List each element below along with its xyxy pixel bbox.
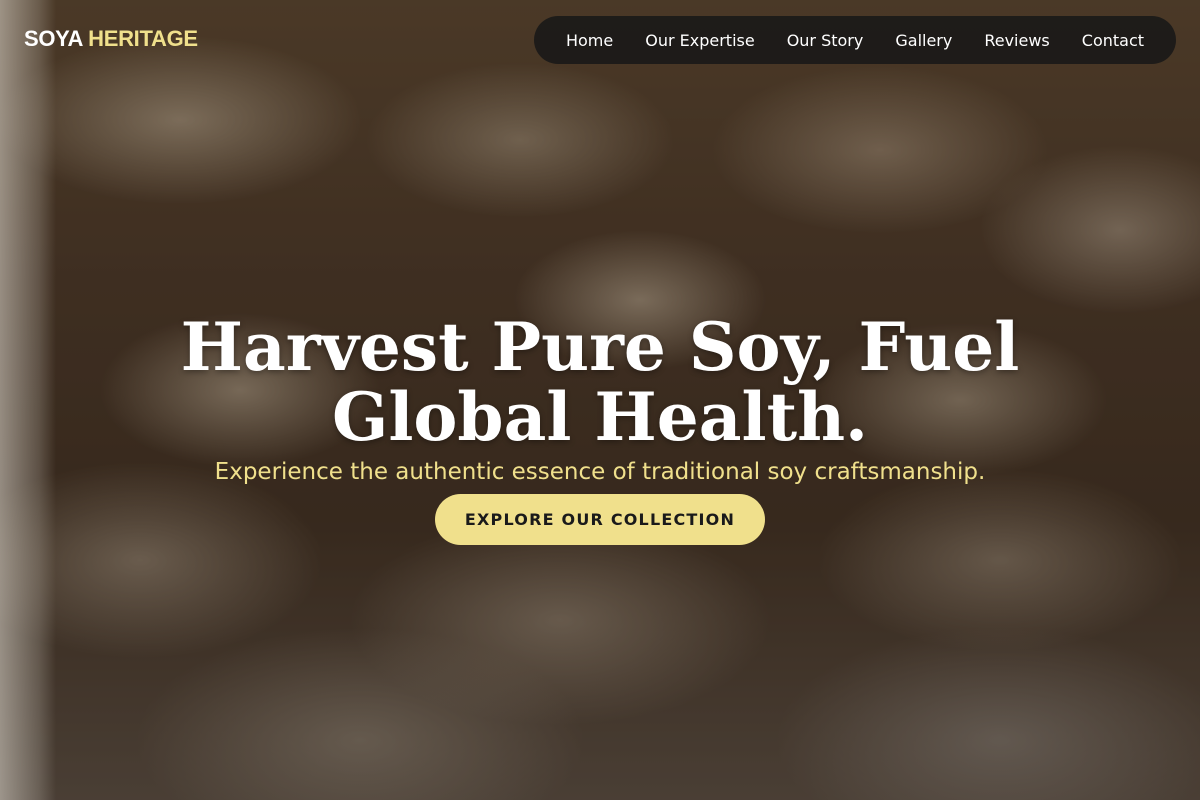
nav-link-contact[interactable]: Contact (1082, 31, 1144, 50)
nav-link-our-story[interactable]: Our Story (787, 31, 864, 50)
nav-link-gallery[interactable]: Gallery (895, 31, 952, 50)
hero-headline-line1: Harvest Pure Soy, Fuel (180, 308, 1020, 387)
hero-subtitle: Experience the authentic essence of trad… (214, 459, 986, 485)
nav-link-reviews[interactable]: Reviews (984, 31, 1049, 50)
nav-link-our-expertise[interactable]: Our Expertise (645, 31, 754, 50)
logo-word-heritage: HERITAGE (88, 26, 198, 51)
logo-word-soya: SOYA (24, 26, 83, 51)
jar-edge-decoration (0, 0, 56, 800)
hero-headline: Harvest Pure Soy, Fuel Global Health. (100, 312, 1100, 452)
site-logo[interactable]: SOYA HERITAGE (24, 26, 198, 52)
hero-headline-line2: Global Health. (331, 378, 869, 457)
nav-link-home[interactable]: Home (566, 31, 613, 50)
explore-collection-button[interactable]: EXPLORE OUR COLLECTION (435, 494, 765, 545)
main-navigation: Home Our Expertise Our Story Gallery Rev… (534, 16, 1176, 64)
